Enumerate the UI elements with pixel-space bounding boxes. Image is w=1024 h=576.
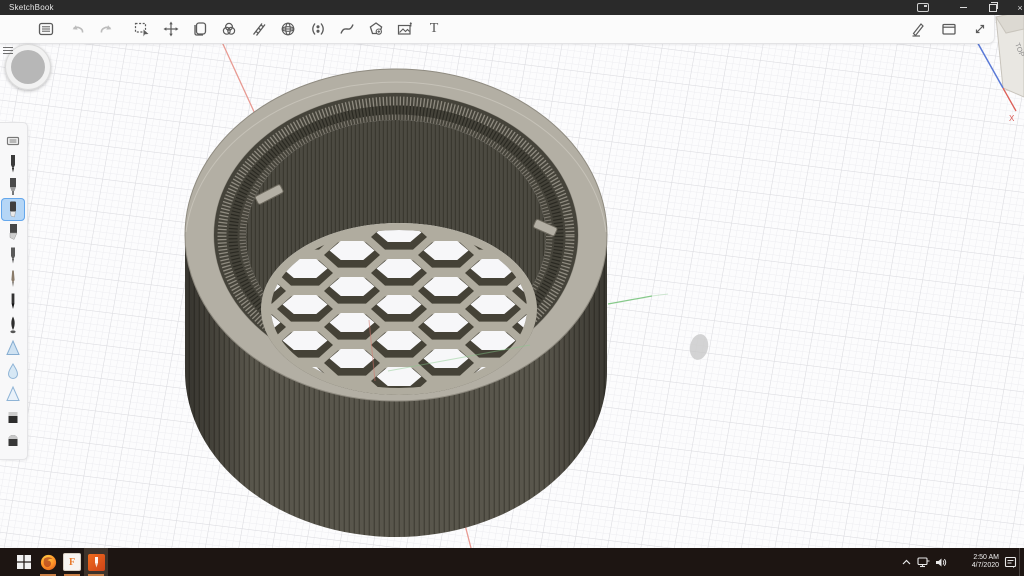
distort-icon[interactable]	[305, 16, 331, 42]
sketchbook-window: TOP X SketchBook ×	[0, 0, 1024, 576]
brush-airbrush-icon[interactable]	[1, 336, 25, 359]
model-cylinder	[185, 69, 607, 537]
puck-inner-disc	[11, 50, 45, 84]
brush-library-icon[interactable]	[1, 129, 25, 152]
menu-icon[interactable]	[33, 16, 59, 42]
windows-taskbar: F 2:50 AM 4/7/2020	[0, 548, 1024, 576]
window-title: SketchBook	[9, 3, 54, 12]
close-button[interactable]: ×	[1007, 0, 1024, 15]
taskbar-fusion360-icon[interactable]: F	[60, 548, 84, 576]
hidden-icons-chevron[interactable]	[898, 548, 915, 576]
canvas-image: TOP X	[0, 15, 1024, 548]
soft-eraser-icon[interactable]	[1, 428, 25, 451]
ruler-icon[interactable]	[246, 16, 272, 42]
brush-settings-icon[interactable]	[905, 16, 931, 42]
network-icon[interactable]	[915, 548, 932, 576]
taskbar-sketchbook-icon[interactable]	[84, 548, 108, 576]
brush-pencil-icon[interactable]	[1, 152, 25, 175]
brush-marker-icon[interactable]	[1, 198, 25, 221]
import-image-icon[interactable]	[392, 16, 418, 42]
pen-input-icon[interactable]	[910, 0, 936, 15]
show-desktop-button[interactable]	[1019, 548, 1024, 576]
crop-tool-icon[interactable]	[187, 16, 213, 42]
lasso-fill-icon[interactable]	[363, 16, 389, 42]
taskbar-firefox-icon[interactable]	[36, 548, 60, 576]
drawing-canvas[interactable]: TOP X	[0, 15, 1024, 548]
transform-tool-icon[interactable]	[158, 16, 184, 42]
fullscreen-icon[interactable]	[967, 16, 993, 42]
text-tool-icon[interactable]: T	[421, 16, 447, 42]
brush-paintbrush-icon[interactable]	[1, 267, 25, 290]
redo-icon[interactable]	[94, 16, 120, 42]
puck-menu-icon[interactable]	[3, 45, 13, 53]
brush-quill-icon[interactable]	[1, 313, 25, 336]
system-tray: 2:50 AM 4/7/2020	[898, 548, 1024, 576]
perspective-guides-icon[interactable]	[275, 16, 301, 42]
main-toolbar: T	[0, 15, 995, 44]
brush-palette	[0, 122, 28, 460]
restore-button[interactable]	[980, 0, 1006, 15]
volume-icon[interactable]	[932, 548, 949, 576]
brush-fine-liner-icon[interactable]	[1, 290, 25, 313]
action-center-icon[interactable]	[1002, 548, 1019, 576]
hard-eraser-icon[interactable]	[1, 405, 25, 428]
taskbar-clock[interactable]: 2:50 AM 4/7/2020	[953, 554, 999, 570]
selection-tool-icon[interactable]	[129, 16, 155, 42]
clock-time: 2:50 AM	[953, 554, 999, 562]
stroke-style-icon[interactable]	[334, 16, 360, 42]
axis-x-label: X	[1009, 114, 1015, 123]
brush-chisel-marker-icon[interactable]	[1, 221, 25, 244]
undo-icon[interactable]	[64, 16, 90, 42]
start-button[interactable]	[12, 548, 36, 576]
minimize-button[interactable]	[950, 0, 976, 15]
brush-technical-pencil-icon[interactable]	[1, 175, 25, 198]
title-bar: SketchBook ×	[0, 0, 1024, 15]
brush-inking-pen-icon[interactable]	[1, 244, 25, 267]
interface-panel-icon[interactable]	[936, 16, 962, 42]
fill-color-icon[interactable]	[216, 16, 242, 42]
clock-date: 4/7/2020	[953, 562, 999, 570]
brush-watercolor-icon[interactable]	[1, 359, 25, 382]
brush-smudge-icon[interactable]	[1, 382, 25, 405]
